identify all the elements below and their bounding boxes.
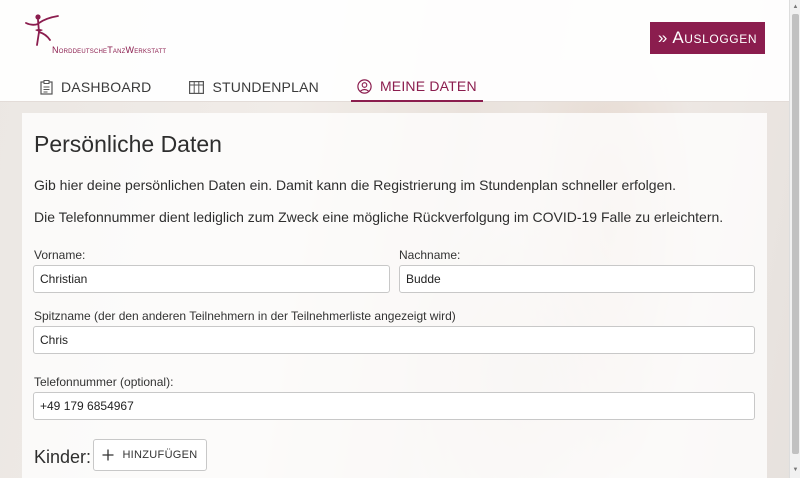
add-child-button[interactable]: HINZUFÜGEN: [93, 439, 207, 471]
scroll-up-arrow-icon[interactable]: ▲: [792, 3, 799, 10]
vertical-scrollbar[interactable]: ▲ ▼: [789, 0, 800, 478]
plus-icon: [102, 449, 114, 461]
content-panel: [22, 113, 767, 478]
clipboard-icon: [40, 79, 53, 95]
nav-dashboard[interactable]: DASHBOARD: [34, 72, 157, 102]
main-nav: DASHBOARD STUNDENPLAN MEINE DATEN: [34, 72, 509, 102]
nav-stundenplan-label: STUNDENPLAN: [212, 79, 319, 95]
telefon-input[interactable]: [33, 392, 755, 420]
ballerina-icon: [25, 14, 59, 46]
page-title: Persönliche Daten: [34, 131, 222, 157]
logout-button[interactable]: » Ausloggen: [650, 22, 765, 54]
spitzname-input[interactable]: [33, 326, 755, 354]
phone-note-text: Die Telefonnummer dient lediglich zum Zw…: [34, 209, 724, 225]
nachname-label: Nachname:: [399, 248, 461, 262]
kinder-label: Kinder:: [34, 447, 92, 467]
brand-logo[interactable]: NorddeutscheTanzWerkstatt: [24, 12, 194, 56]
vorname-label: Vorname:: [34, 248, 86, 262]
scroll-down-arrow-icon[interactable]: ▼: [792, 466, 799, 473]
user-circle-icon: [357, 78, 372, 94]
nav-dashboard-label: DASHBOARD: [61, 79, 152, 95]
site-header: NorddeutscheTanzWerkstatt » Ausloggen DA…: [0, 0, 789, 102]
brand-name: NorddeutscheTanzWerkstatt: [52, 45, 167, 55]
nav-meine-daten[interactable]: MEINE DATEN: [350, 72, 483, 102]
scrollbar-thumb[interactable]: [792, 14, 799, 454]
nav-meine-daten-label: MEINE DATEN: [379, 78, 477, 94]
nav-stundenplan[interactable]: STUNDENPLAN: [183, 72, 324, 102]
spitzname-label: Spitzname (der den anderen Teilnehmern i…: [34, 309, 456, 323]
intro-text: Gib hier deine persönlichen Daten ein. D…: [34, 177, 677, 193]
table-icon: [189, 80, 205, 94]
add-child-label: HINZUFÜGEN: [122, 449, 198, 461]
nachname-input[interactable]: [399, 265, 755, 293]
vorname-input[interactable]: [33, 265, 390, 293]
telefon-label: Telefonnummer (optional):: [34, 375, 174, 389]
